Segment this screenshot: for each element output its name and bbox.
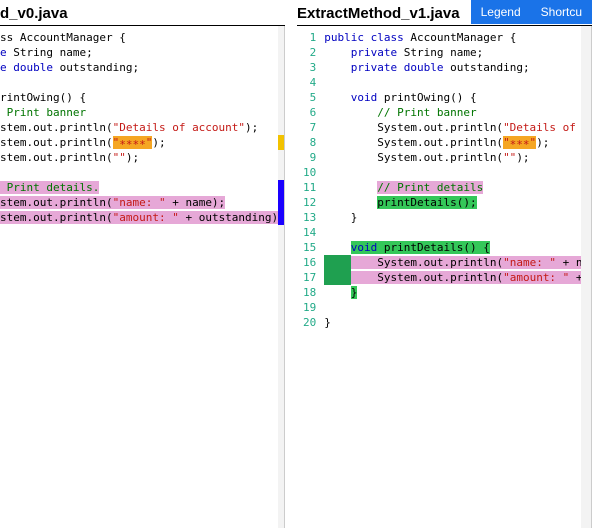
left-code-area[interactable]: ss AccountManager {e String name;e doubl… <box>0 26 285 528</box>
code-line[interactable]: printDetails(); <box>324 195 581 210</box>
code-line[interactable]: System.out.println("∗∗∗"); <box>324 135 581 150</box>
code-line[interactable] <box>324 300 581 315</box>
code-line[interactable] <box>0 165 278 180</box>
code-line[interactable]: stem.out.println("∗∗∗∗"); <box>0 135 278 150</box>
shortcuts-button[interactable]: Shortcu <box>531 0 592 24</box>
code-line[interactable]: void printOwing() { <box>324 90 581 105</box>
topbar: Legend Shortcu <box>471 0 592 24</box>
left-marker-column <box>278 26 284 528</box>
code-line[interactable]: // Print banner <box>324 105 581 120</box>
code-line[interactable]: // Print details <box>324 180 581 195</box>
legend-button[interactable]: Legend <box>471 0 531 24</box>
right-code-area[interactable]: 1 2 3 4 5 6 7 8 9 10 11 12 13 14 15 16 1… <box>297 26 592 528</box>
right-gutter: 1 2 3 4 5 6 7 8 9 10 11 12 13 14 15 16 1… <box>297 26 324 528</box>
code-line[interactable]: stem.out.println("amount: " + outstandin… <box>0 210 278 225</box>
code-line[interactable]: Print banner <box>0 105 278 120</box>
code-line[interactable]: System.out.println("Details of account" <box>324 120 581 135</box>
code-line[interactable]: ss AccountManager { <box>0 30 278 45</box>
code-line[interactable]: } <box>324 285 581 300</box>
right-pane: ExtractMethod_v1.java 1 2 3 4 5 6 7 8 9 … <box>297 0 592 528</box>
code-line[interactable]: stem.out.println("Details of account"); <box>0 120 278 135</box>
diff-panes: d_v0.java ss AccountManager {e String na… <box>0 0 592 528</box>
code-line[interactable]: private double outstanding; <box>324 60 581 75</box>
code-line[interactable]: e String name; <box>0 45 278 60</box>
code-line[interactable]: void printDetails() { <box>324 240 581 255</box>
code-line[interactable]: System.out.println(""); <box>324 150 581 165</box>
code-line[interactable]: System.out.println("name: " + name); <box>324 255 581 270</box>
code-line[interactable]: Print details. <box>0 180 278 195</box>
code-line[interactable] <box>0 225 278 240</box>
change-marker[interactable] <box>278 180 284 225</box>
right-code[interactable]: public class AccountManager { private St… <box>324 26 581 528</box>
code-line[interactable]: private String name; <box>324 45 581 60</box>
change-marker[interactable] <box>278 135 284 150</box>
code-line[interactable]: e double outstanding; <box>0 60 278 75</box>
code-line[interactable]: } <box>324 210 581 225</box>
code-line[interactable]: rintOwing() { <box>0 90 278 105</box>
code-line[interactable] <box>0 75 278 90</box>
code-line[interactable] <box>324 165 581 180</box>
code-line[interactable]: } <box>324 315 581 330</box>
code-line[interactable] <box>324 75 581 90</box>
left-code[interactable]: ss AccountManager {e String name;e doubl… <box>0 26 278 528</box>
left-filename: d_v0.java <box>0 0 285 26</box>
code-line[interactable]: System.out.println("amount: " + outstan <box>324 270 581 285</box>
code-line[interactable]: stem.out.println(""); <box>0 150 278 165</box>
left-pane: d_v0.java ss AccountManager {e String na… <box>0 0 285 528</box>
right-scrollbar[interactable] <box>581 26 591 528</box>
code-line[interactable]: stem.out.println("name: " + name); <box>0 195 278 210</box>
code-line[interactable]: public class AccountManager { <box>324 30 581 45</box>
code-line[interactable] <box>324 225 581 240</box>
